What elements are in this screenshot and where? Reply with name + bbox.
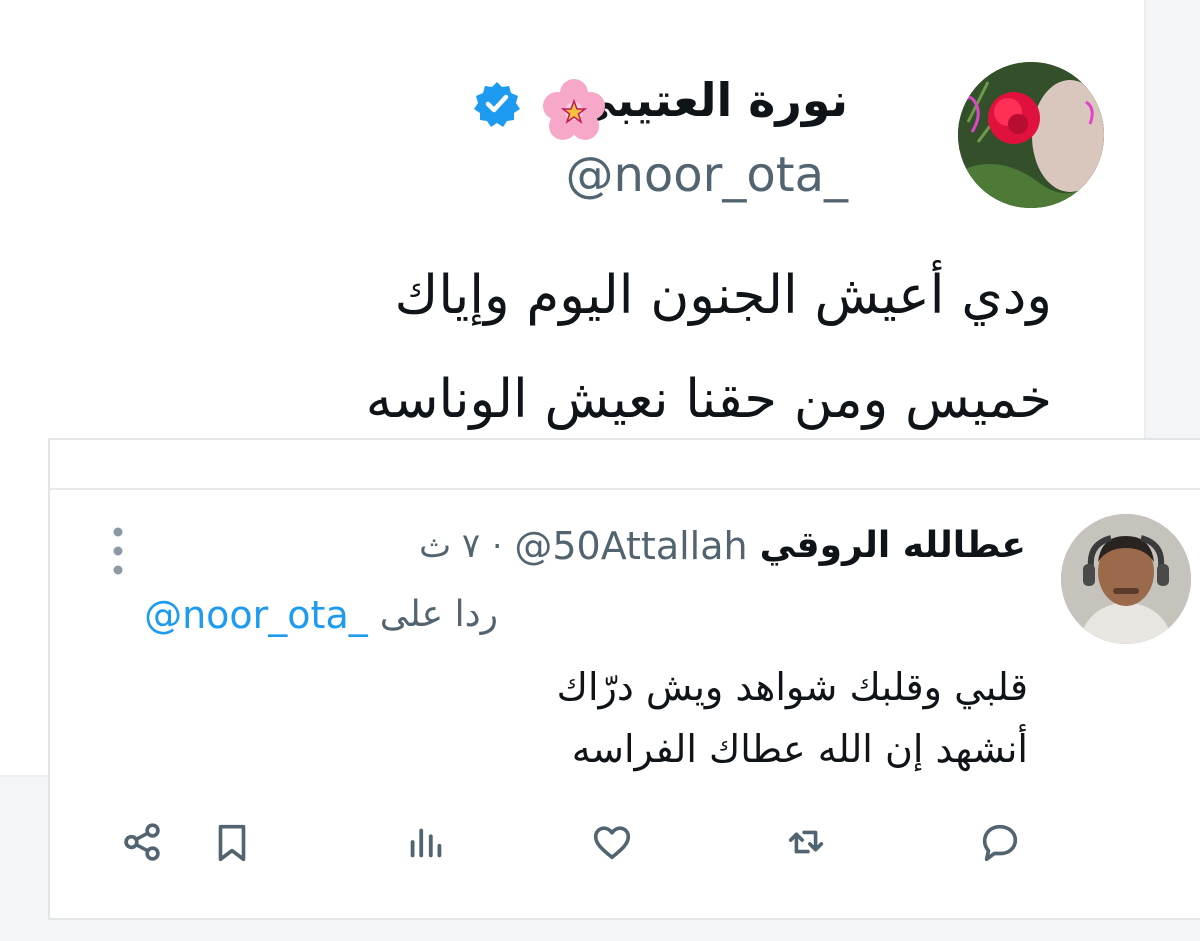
tweet-line: قلبي وقلبك شواهد ويش درّاك: [556, 665, 1028, 709]
like-button[interactable]: [586, 816, 638, 868]
original-author-avatar[interactable]: [958, 62, 1104, 208]
reply-author-name[interactable]: عطالله الروقي: [760, 518, 1026, 574]
share-icon: [124, 823, 160, 861]
replying-to-line: ردا على @noor_ota_: [144, 588, 498, 642]
reply-header: عطالله الروقي @50Attallah · ٧ ث: [419, 518, 1026, 574]
retweet-button[interactable]: [780, 816, 832, 868]
avatar-image: [958, 62, 1104, 208]
reply-author-avatar[interactable]: [1061, 514, 1191, 644]
divider: [50, 488, 1200, 490]
separator-dot: ·: [492, 527, 503, 565]
reply-author-handle[interactable]: @50Attallah: [514, 518, 747, 574]
reply-button[interactable]: [974, 816, 1026, 868]
tweet-line: أنشهد إن الله عطاك الفراسه: [571, 727, 1028, 771]
original-author-handle[interactable]: @noor_ota_: [566, 144, 849, 206]
bookmark-icon: [218, 824, 246, 862]
replying-to-handle-link[interactable]: @noor_ota_: [144, 588, 368, 642]
avatar-image: [1061, 514, 1191, 644]
reply-tweet-card: عطالله الروقي @50Attallah · ٧ ث ردا على …: [48, 438, 1200, 920]
views-icon: [410, 828, 442, 858]
retweet-icon: [788, 830, 824, 854]
more-options-icon[interactable]: [108, 524, 128, 578]
tweet-action-bar: [50, 816, 1200, 876]
reply-icon: [982, 824, 1018, 862]
flower-emoji-icon: [543, 79, 605, 140]
reply-tweet-text: قلبي وقلبك شواهد ويش درّاك أنشهد إن الله…: [128, 656, 1028, 780]
bookmark-button[interactable]: [206, 816, 258, 868]
tweet-line: ودي أعيش الجنون اليوم وإياك: [394, 265, 1052, 326]
share-button[interactable]: [116, 816, 168, 868]
tweet-line: خميس ومن حقنا نعيش الوناسه: [365, 369, 1052, 430]
views-button[interactable]: [400, 816, 452, 868]
like-icon: [593, 826, 631, 860]
original-author-name[interactable]: نورة العتيبي: [570, 70, 848, 130]
reply-timestamp[interactable]: ٧ ث: [419, 518, 480, 574]
verified-badge-icon: [474, 82, 520, 127]
original-tweet-text: ودي أعيش الجنون اليوم وإياك خميس ومن حقن…: [92, 244, 1052, 452]
replying-to-label: ردا على: [379, 594, 498, 635]
